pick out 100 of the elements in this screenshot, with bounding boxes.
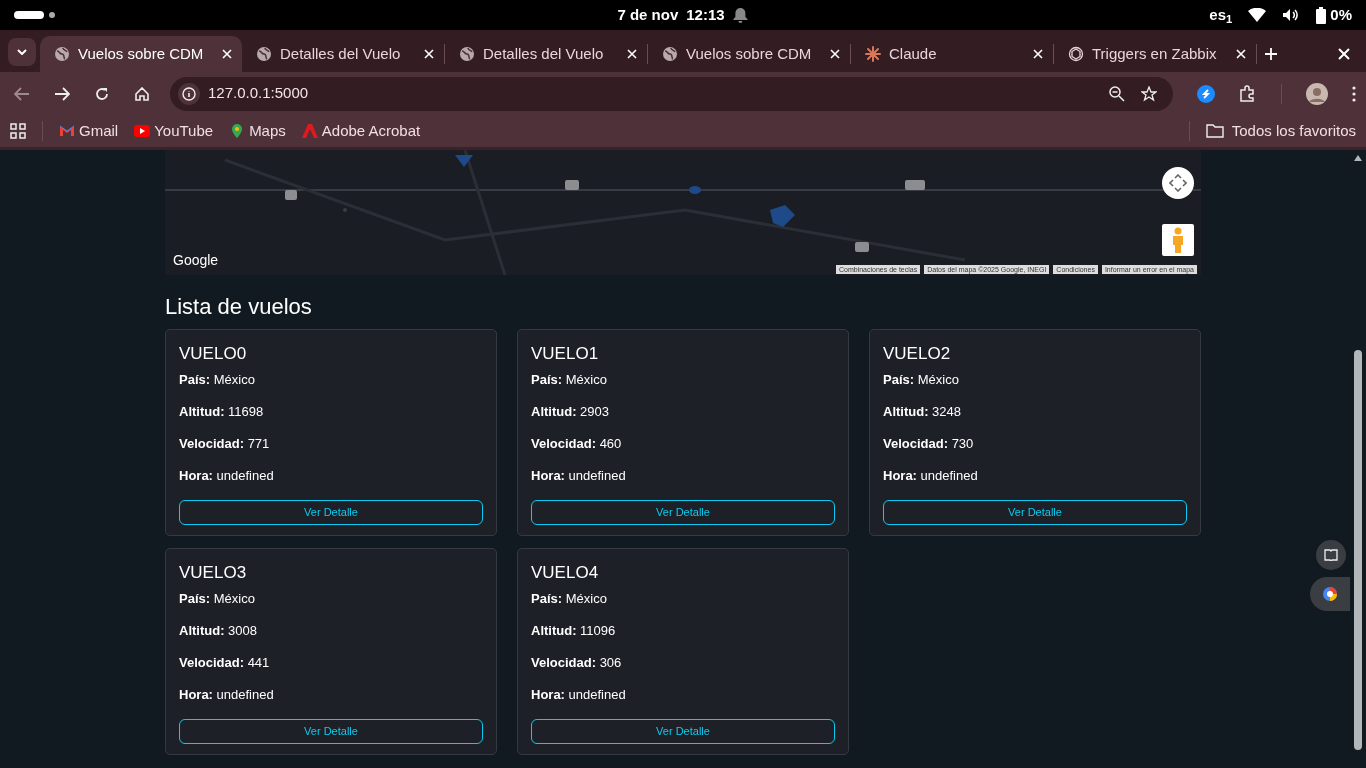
section-heading: Lista de vuelos bbox=[165, 294, 313, 321]
close-tab-button[interactable] bbox=[1236, 49, 1246, 59]
flight-name: VUELO0 bbox=[179, 344, 248, 365]
close-tab-button[interactable] bbox=[830, 49, 840, 59]
grid-icon bbox=[10, 123, 26, 139]
browser-tab[interactable]: Triggers en Zabbix bbox=[1054, 36, 1256, 72]
close-tab-button[interactable] bbox=[627, 49, 637, 59]
close-tab-button[interactable] bbox=[424, 49, 434, 59]
person-icon bbox=[1171, 227, 1185, 253]
wifi-icon bbox=[1248, 8, 1267, 22]
browser-tab[interactable]: Detalles del Vuelo bbox=[445, 36, 647, 72]
detail-button[interactable]: Ver Detalle bbox=[531, 500, 835, 526]
scroll-up-icon bbox=[1354, 155, 1362, 161]
plus-icon bbox=[1265, 48, 1277, 60]
close-tab-button[interactable] bbox=[222, 49, 232, 59]
close-icon bbox=[830, 49, 840, 59]
flight-field: País: México bbox=[531, 590, 835, 623]
flight-field: Velocidad: 730 bbox=[883, 435, 1187, 468]
back-icon bbox=[14, 86, 30, 101]
puzzle-icon bbox=[1239, 84, 1257, 103]
browser-tab[interactable]: Vuelos sobre CDM bbox=[648, 36, 850, 72]
globe-icon bbox=[459, 46, 475, 62]
map-logo: Google bbox=[173, 251, 219, 270]
close-icon bbox=[222, 49, 232, 59]
profile-button[interactable] bbox=[1306, 82, 1328, 105]
battery-level: 0% bbox=[1330, 4, 1352, 25]
apps-button[interactable] bbox=[10, 123, 26, 139]
flight-field: Velocidad: 771 bbox=[179, 435, 483, 468]
play-icon bbox=[134, 123, 151, 139]
globe-icon bbox=[662, 46, 678, 62]
flight-field: País: México bbox=[883, 371, 1187, 404]
keyboard-layout[interactable]: es$_{1}$ bbox=[1209, 3, 1233, 27]
detail-button[interactable]: Ver Detalle bbox=[531, 719, 835, 745]
zoom-icon bbox=[1109, 85, 1125, 102]
flight-field: País: México bbox=[531, 371, 835, 404]
bookmark-link[interactable]: Adobe Acrobat bbox=[301, 119, 421, 143]
reload-icon bbox=[95, 86, 109, 101]
bell-icon bbox=[732, 7, 749, 23]
knot-icon bbox=[1068, 46, 1084, 62]
volume-icon bbox=[1282, 8, 1301, 22]
close-icon bbox=[627, 49, 637, 59]
flight-name: VUELO2 bbox=[883, 344, 952, 365]
globe-icon bbox=[54, 46, 70, 62]
detail-button[interactable]: Ver Detalle bbox=[883, 500, 1187, 526]
battery-icon bbox=[1316, 6, 1327, 24]
folder-icon bbox=[1205, 124, 1224, 138]
bookmark-star-button[interactable] bbox=[1141, 85, 1157, 102]
mail-icon bbox=[59, 123, 75, 139]
home-icon bbox=[135, 86, 149, 101]
flight-field: Velocidad: 441 bbox=[179, 654, 483, 687]
all-bookmarks-link[interactable]: Todos los favoritos bbox=[1205, 119, 1356, 143]
close-icon bbox=[1033, 49, 1043, 59]
zoom-button[interactable] bbox=[1109, 85, 1125, 102]
starburst-icon bbox=[865, 46, 881, 62]
menu-button[interactable] bbox=[1352, 85, 1356, 102]
move-arrows-icon bbox=[1169, 174, 1187, 192]
star-icon bbox=[1141, 85, 1157, 102]
kebab-menu-icon bbox=[1352, 85, 1356, 102]
chevron-down-icon bbox=[17, 49, 27, 55]
flight-field: Altitud: 3008 bbox=[179, 622, 483, 655]
flight-field: Velocidad: 460 bbox=[531, 435, 835, 468]
browser-tab[interactable]: Detalles del Vuelo bbox=[242, 36, 444, 72]
flight-field: Hora: undefined bbox=[179, 467, 483, 500]
forward-icon bbox=[54, 86, 70, 101]
flight-field: Hora: undefined bbox=[531, 686, 835, 719]
globe-icon bbox=[256, 46, 272, 62]
close-icon bbox=[1338, 48, 1350, 60]
extensions-button[interactable] bbox=[1239, 84, 1257, 103]
bookmark-link[interactable]: Maps bbox=[229, 119, 286, 143]
flight-field: Hora: undefined bbox=[179, 686, 483, 719]
info-icon bbox=[182, 86, 196, 101]
reading-mode-button[interactable] bbox=[1316, 540, 1346, 570]
browser-tab[interactable]: Vuelos sobre CDM bbox=[40, 36, 242, 72]
close-tab-button[interactable] bbox=[1033, 49, 1043, 59]
flight-field: País: México bbox=[179, 590, 483, 623]
site-info-button[interactable] bbox=[178, 82, 200, 105]
close-icon bbox=[1236, 49, 1246, 59]
bookmark-link[interactable]: YouTube bbox=[134, 119, 214, 143]
flight-field: Hora: undefined bbox=[531, 467, 835, 500]
tab-list-button[interactable] bbox=[8, 38, 36, 66]
flight-field: País: México bbox=[179, 371, 483, 404]
detail-button[interactable]: Ver Detalle bbox=[179, 500, 483, 526]
flight-name: VUELO1 bbox=[531, 344, 600, 365]
avatar-icon bbox=[1306, 82, 1328, 105]
flight-name: VUELO4 bbox=[531, 563, 600, 584]
colorful-circle-icon bbox=[1322, 586, 1338, 602]
status-time: 12:13 bbox=[686, 4, 725, 25]
assistant-button[interactable] bbox=[1310, 577, 1350, 611]
url-text: 127.0.0.1:5000 bbox=[208, 83, 310, 104]
flight-field: Hora: undefined bbox=[883, 467, 1187, 500]
browser-tab[interactable]: Claude bbox=[851, 36, 1053, 72]
bookmark-link[interactable]: Gmail bbox=[59, 119, 119, 143]
flight-field: Altitud: 11096 bbox=[531, 622, 835, 655]
address-bar[interactable]: 127.0.0.1:5000 bbox=[170, 76, 1173, 111]
flight-field: Velocidad: 306 bbox=[531, 654, 835, 687]
book-icon bbox=[1324, 549, 1338, 561]
detail-button[interactable]: Ver Detalle bbox=[179, 719, 483, 745]
workspace-indicator-icon bbox=[14, 11, 58, 19]
flight-field: Altitud: 3248 bbox=[883, 403, 1187, 436]
flight-field: Altitud: 2903 bbox=[531, 403, 835, 436]
